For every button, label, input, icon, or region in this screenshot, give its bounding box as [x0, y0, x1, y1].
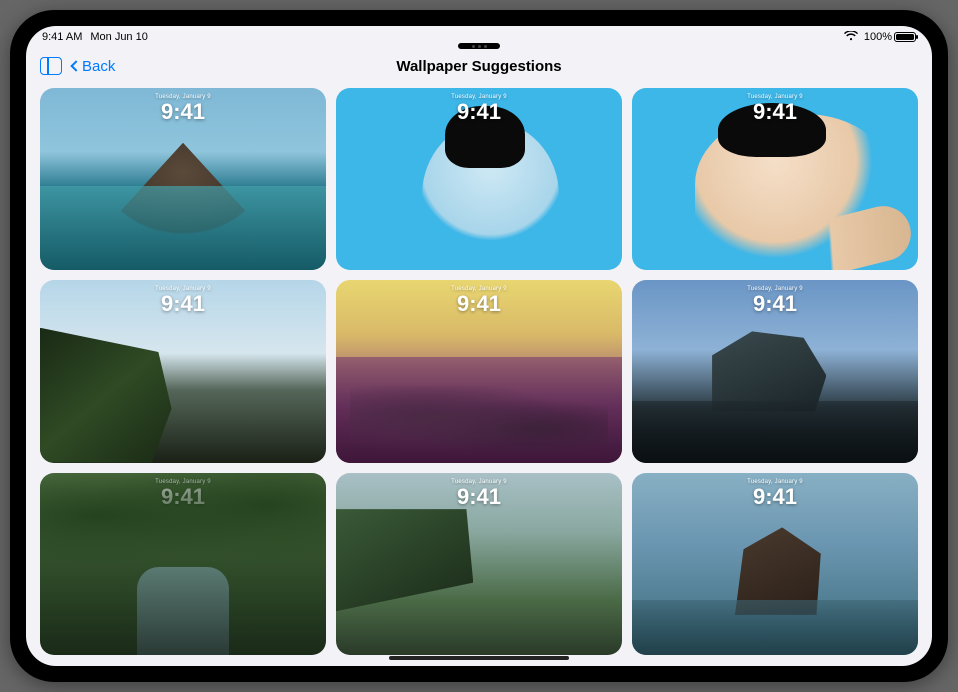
page-title: Wallpaper Suggestions [26, 58, 932, 75]
lockscreen-overlay: Tuesday, January 99:41 [40, 94, 326, 123]
lockscreen-date: Tuesday, January 9 [40, 94, 326, 100]
suggestions-scroll[interactable]: Tuesday, January 99:41Tuesday, January 9… [26, 84, 932, 666]
home-indicator[interactable] [389, 656, 569, 660]
lockscreen-date: Tuesday, January 9 [336, 94, 622, 100]
lockscreen-date: Tuesday, January 9 [40, 286, 326, 292]
lockscreen-overlay: Tuesday, January 99:41 [336, 479, 622, 508]
lockscreen-overlay: Tuesday, January 99:41 [632, 286, 918, 315]
wallpaper-tile[interactable]: Tuesday, January 99:41 [336, 473, 622, 655]
wallpaper-tile[interactable]: Tuesday, January 99:41 [40, 88, 326, 270]
lockscreen-overlay: Tuesday, January 99:41 [40, 286, 326, 315]
wallpaper-tile[interactable]: Tuesday, January 99:41 [336, 280, 622, 462]
ipad-frame: 9:41 AM Mon Jun 10 100% [10, 10, 948, 682]
sidebar-toggle-icon[interactable] [40, 57, 62, 75]
status-date: Mon Jun 10 [90, 31, 147, 43]
battery-indicator: 100% [864, 31, 916, 43]
lockscreen-time: 9:41 [632, 293, 918, 315]
wallpaper-tile[interactable]: Tuesday, January 99:41 [632, 280, 918, 462]
lockscreen-time: 9:41 [40, 486, 326, 508]
back-button[interactable]: Back [72, 58, 115, 75]
battery-percent: 100% [864, 31, 892, 43]
wallpaper-tile[interactable]: Tuesday, January 99:41 [632, 88, 918, 270]
lockscreen-date: Tuesday, January 9 [632, 479, 918, 485]
nav-bar: Back Wallpaper Suggestions [26, 48, 932, 84]
wallpaper-grid: Tuesday, January 99:41Tuesday, January 9… [40, 88, 918, 655]
lockscreen-time: 9:41 [40, 293, 326, 315]
wifi-icon [844, 31, 858, 44]
lockscreen-date: Tuesday, January 9 [40, 479, 326, 485]
lockscreen-overlay: Tuesday, January 99:41 [632, 479, 918, 508]
chevron-left-icon [70, 60, 81, 71]
status-bar: 9:41 AM Mon Jun 10 100% [26, 26, 932, 48]
lockscreen-time: 9:41 [336, 486, 622, 508]
lockscreen-date: Tuesday, January 9 [336, 479, 622, 485]
wallpaper-tile[interactable]: Tuesday, January 99:41 [40, 280, 326, 462]
lockscreen-time: 9:41 [40, 101, 326, 123]
lockscreen-overlay: Tuesday, January 99:41 [40, 479, 326, 508]
lockscreen-overlay: Tuesday, January 99:41 [336, 286, 622, 315]
screen: 9:41 AM Mon Jun 10 100% [26, 26, 932, 666]
lockscreen-date: Tuesday, January 9 [336, 286, 622, 292]
status-time: 9:41 AM [42, 31, 82, 43]
wallpaper-tile[interactable]: Tuesday, January 99:41 [632, 473, 918, 655]
lockscreen-time: 9:41 [336, 293, 622, 315]
lockscreen-date: Tuesday, January 9 [632, 94, 918, 100]
wallpaper-tile[interactable]: Tuesday, January 99:41 [40, 473, 326, 655]
back-label: Back [82, 58, 115, 75]
wallpaper-tile[interactable]: Tuesday, January 99:41 [336, 88, 622, 270]
lockscreen-time: 9:41 [632, 486, 918, 508]
lockscreen-date: Tuesday, January 9 [632, 286, 918, 292]
